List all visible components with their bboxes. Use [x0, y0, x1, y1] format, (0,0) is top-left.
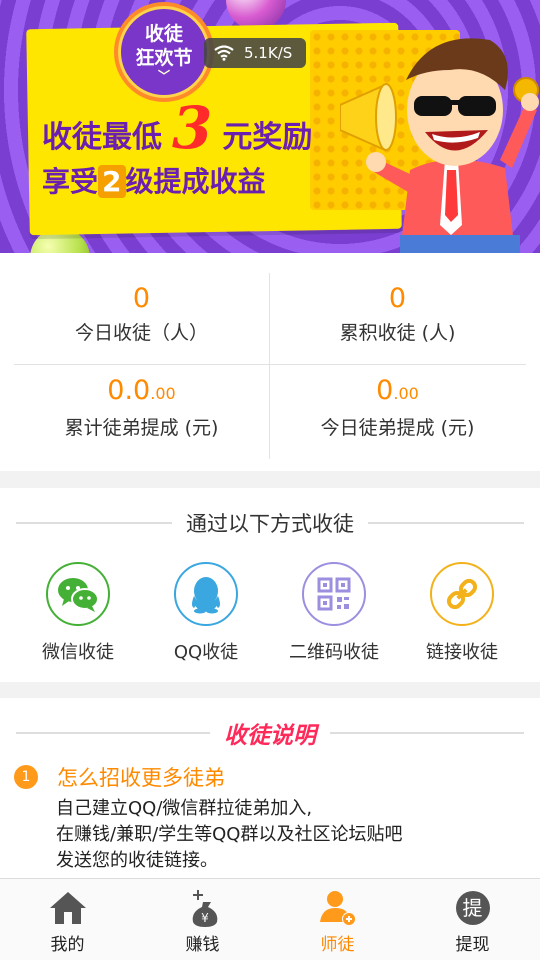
faq-answer-line: 发送您的收徒链接。: [56, 850, 218, 871]
stat-value-dec: .00: [393, 384, 419, 403]
divider: [14, 364, 526, 365]
tab-label: 赚钱: [185, 935, 220, 955]
badge-line1: 收徒: [144, 23, 183, 45]
tab-label: 提现: [455, 935, 490, 955]
subline-pre: 享受: [42, 165, 99, 198]
stats-panel: 0 今日收徒（人） 0 累积收徒 (人) 0.0.00 累计徒弟提成 (元) 0…: [0, 253, 540, 471]
stat-value-dec: .00: [150, 384, 176, 403]
subline-post: 级提成收益: [125, 165, 266, 198]
bottom-tab-bar: 我的 ¥ 赚钱 师徒 提 提现: [0, 878, 540, 960]
stat-value: 0: [132, 283, 151, 314]
tab-earn[interactable]: ¥ 赚钱: [135, 879, 270, 960]
faq-answer: 自己建立QQ/微信群拉徒弟加入, 在赚钱/兼职/学生等QQ群以及社区论坛贴吧 发…: [56, 796, 402, 874]
faq-answer-line: 自己建立QQ/微信群拉徒弟加入,: [56, 798, 313, 819]
stat-label: 累积收徒 (人): [339, 322, 456, 344]
wifi-icon: [214, 45, 234, 61]
stat-today-commission: 0.00 今日徒弟提成 (元): [270, 375, 525, 442]
method-icon-circle: [174, 562, 238, 626]
badge-line2: 狂欢节: [135, 47, 193, 69]
icon-wrapper: [318, 888, 358, 928]
icon-wrapper: ¥: [183, 888, 223, 928]
divider: [330, 732, 524, 734]
svg-text:¥: ¥: [201, 911, 209, 925]
stat-value: 0: [388, 283, 407, 314]
method-icon-circle: [430, 562, 494, 626]
cartoon-character-illustration: [340, 38, 539, 253]
stat-value-int: 0.0: [107, 375, 151, 406]
banner-headline: 收徒最低 3 元奖励: [42, 94, 313, 162]
faq-answer-line: 在赚钱/兼职/学生等QQ群以及社区论坛贴吧: [56, 824, 403, 845]
add-user-icon: [319, 891, 356, 926]
faq-number-badge: 1: [14, 765, 38, 789]
chevron-down-icon: ﹀: [157, 69, 170, 83]
tab-mine[interactable]: 我的: [0, 879, 135, 960]
method-icon-circle: [46, 562, 110, 626]
headline-post: 元奖励: [222, 120, 313, 155]
link-icon: [446, 578, 478, 610]
invite-methods-section: 通过以下方式收徒 微信收徒 QQ收徒 二维码收徒 链接收徒: [0, 488, 540, 682]
wechat-icon: [58, 578, 99, 612]
invite-qq-button[interactable]: QQ收徒: [146, 562, 266, 664]
headline-amount: 3: [172, 94, 213, 162]
app-root: 收徒 狂欢节 ﹀ 5.1K/S 收徒最低 3 元奖励 享受 2 级提成收益 0 …: [0, 0, 540, 960]
invite-link-button[interactable]: 链接收徒: [402, 562, 522, 664]
section-title: 收徒说明: [0, 716, 540, 750]
tab-label: 我的: [50, 935, 85, 955]
qrcode-icon: [317, 577, 351, 611]
stat-value-int: 0: [376, 375, 394, 406]
method-icon-circle: [302, 562, 366, 626]
money-bag-icon: ¥: [192, 890, 217, 927]
invite-wechat-button[interactable]: 微信收徒: [18, 562, 138, 664]
stat-value: 0.0.00: [14, 375, 269, 410]
promo-banner[interactable]: 收徒 狂欢节 ﹀ 5.1K/S 收徒最低 3 元奖励 享受 2 级提成收益: [0, 0, 540, 253]
tab-label: 师徒: [320, 935, 355, 955]
carnival-badge: 收徒 狂欢节 ﹀: [118, 6, 210, 98]
section-title: 通过以下方式收徒: [0, 508, 540, 538]
method-label: 二维码收徒: [289, 642, 379, 663]
divider: [16, 522, 172, 524]
network-speed-indicator: 5.1K/S: [204, 38, 307, 68]
icon-wrapper: [48, 888, 88, 928]
withdraw-icon: 提: [455, 891, 490, 925]
icon-wrapper: 提: [453, 888, 493, 928]
explain-section-title: 收徒说明: [224, 723, 316, 749]
tab-withdraw[interactable]: 提 提现: [405, 879, 540, 960]
faq-question-text: 怎么招收更多徒弟: [57, 766, 225, 790]
method-label: 链接收徒: [426, 642, 498, 663]
stat-label: 今日徒弟提成 (元): [320, 417, 475, 439]
qq-icon: [192, 577, 220, 614]
stat-label: 今日收徒（人）: [74, 322, 208, 344]
method-label: QQ收徒: [173, 642, 239, 663]
invite-section-title: 通过以下方式收徒: [186, 512, 354, 536]
headline-pre: 收徒最低: [42, 120, 162, 155]
home-icon: [49, 892, 86, 924]
divider: [16, 732, 210, 734]
network-speed-text: 5.1K/S: [244, 44, 293, 62]
faq-question: 1 怎么招收更多徒弟: [14, 762, 225, 792]
banner-subline: 享受 2 级提成收益: [42, 160, 266, 200]
subline-level: 2: [98, 165, 126, 198]
divider: [368, 522, 524, 524]
invite-qrcode-button[interactable]: 二维码收徒: [274, 562, 394, 664]
tab-mentorship[interactable]: 师徒: [270, 879, 405, 960]
stat-value: 0.00: [270, 375, 525, 410]
stat-today-invites: 0 今日收徒（人）: [14, 283, 269, 347]
stat-label: 累计徒弟提成 (元): [64, 417, 219, 439]
stat-total-invites: 0 累积收徒 (人): [270, 283, 525, 347]
divider: [269, 273, 270, 459]
invite-explanation-section: 收徒说明 1 怎么招收更多徒弟 自己建立QQ/微信群拉徒弟加入, 在赚钱/兼职/…: [0, 698, 540, 878]
method-label: 微信收徒: [42, 642, 114, 663]
stat-total-commission: 0.0.00 累计徒弟提成 (元): [14, 375, 269, 442]
